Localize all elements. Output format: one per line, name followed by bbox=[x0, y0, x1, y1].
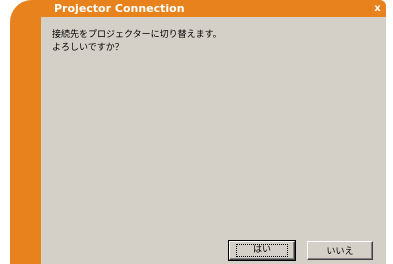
dialog-window: Projector Connection x 接続先をプロジェクターに切り替えま… bbox=[10, 0, 386, 264]
dialog-content: 接続先をプロジェクターに切り替えます。 よろしいですか？ はい いいえ bbox=[41, 17, 386, 264]
close-icon[interactable]: x bbox=[372, 3, 383, 14]
yes-button[interactable]: はい bbox=[228, 240, 296, 261]
no-button[interactable]: いいえ bbox=[307, 241, 373, 260]
yes-button-label: はい bbox=[235, 244, 288, 257]
no-button-label: いいえ bbox=[326, 247, 354, 257]
message-line-1: 接続先をプロジェクターに切り替えます。 bbox=[52, 30, 222, 40]
dialog-title: Projector Connection bbox=[54, 2, 185, 15]
message-line-2: よろしいですか？ bbox=[52, 43, 124, 53]
